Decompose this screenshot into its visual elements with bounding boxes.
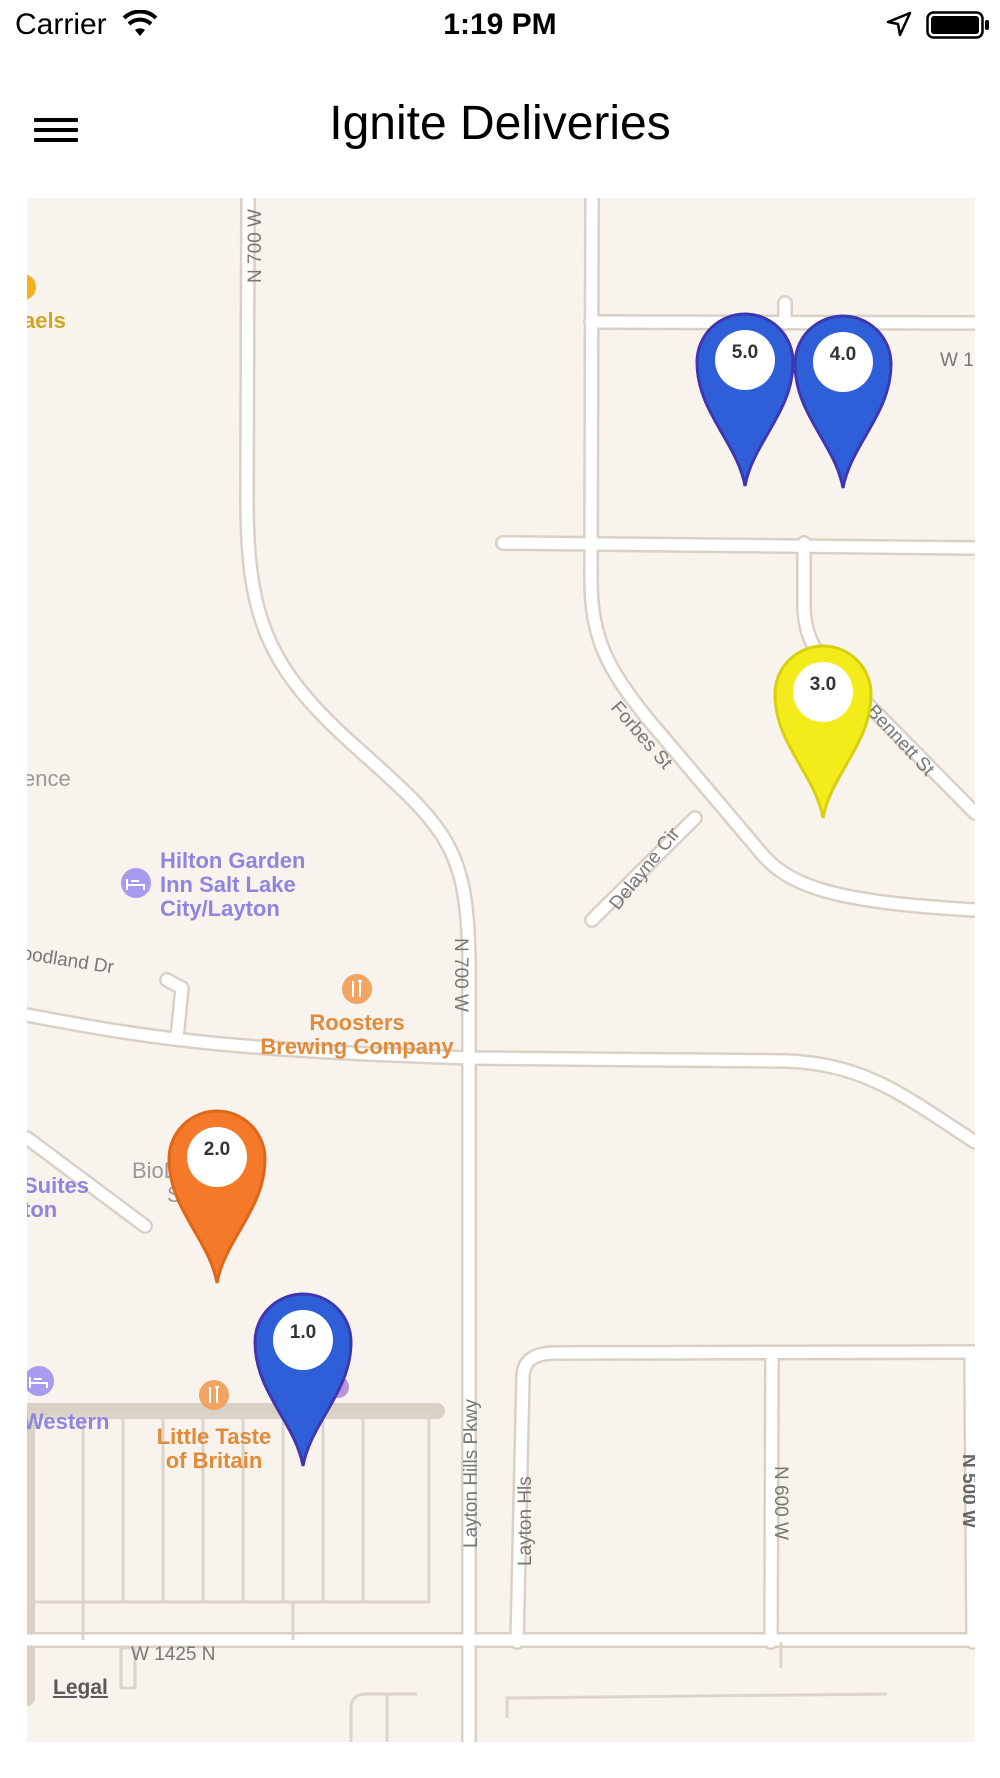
poi-label-roosters-l2: Brewing Company (260, 1034, 454, 1059)
shopping-poi-icon[interactable] (27, 274, 36, 300)
status-time: 1:19 PM (443, 8, 557, 41)
location-arrow-icon (886, 11, 912, 37)
map-pin-icon-blue (253, 1292, 353, 1467)
delivery-marker-4[interactable]: 4.0 (793, 314, 893, 490)
map-pin-icon-blue (695, 312, 795, 487)
poi-label-hilton-l2: Inn Salt Lake (160, 872, 296, 897)
poi-label-suites-l2: ton (27, 1197, 57, 1222)
poi-label-suites-l1: Suites (27, 1173, 89, 1198)
marker-label: 4.0 (829, 344, 857, 365)
map-legal-link[interactable]: Legal (53, 1676, 108, 1700)
poi-label-michaels: aels (27, 308, 66, 333)
map-pin-icon-blue (793, 314, 893, 489)
hotel-poi-icon[interactable] (121, 868, 151, 898)
delivery-marker-1[interactable]: 1.0 (253, 1292, 353, 1468)
street-label-w1425n: W 1425 N (131, 1644, 215, 1665)
street-label-delayne: Delayne Cir (606, 823, 685, 914)
hotel-poi-icon-western[interactable] (27, 1366, 54, 1396)
street-label-n700w-top: N 700 W (245, 209, 266, 283)
poi-label-roosters-l1: Roosters (309, 1010, 404, 1035)
restaurant-poi-icon-roosters[interactable] (342, 974, 372, 1004)
street-label-n600w: N 600 W (770, 1466, 791, 1540)
map-pin-icon-orange (167, 1109, 267, 1284)
delivery-marker-2[interactable]: 2.0 (167, 1109, 267, 1285)
street-label-n700w-mid: N 700 W (450, 938, 471, 1012)
street-label-bennett: Bennett St (862, 701, 938, 781)
marker-label: 5.0 (731, 342, 759, 363)
street-label-layton-hills-pkwy: Layton Hills Pkwy (461, 1399, 482, 1548)
poi-label-ence: ence (27, 766, 71, 791)
street-label-n500w: N 500 W (958, 1454, 975, 1528)
delivery-marker-3[interactable]: 3.0 (773, 644, 873, 820)
status-bar: Carrier 1:19 PM (0, 0, 1000, 50)
marker-label: 3.0 (809, 674, 837, 695)
delivery-marker-5[interactable]: 5.0 (695, 312, 795, 488)
poi-label-hilton-l1: Hilton Garden (160, 848, 305, 873)
poi-label-hilton-l3: City/Layton (160, 896, 280, 921)
street-label-woodland: oodland Dr (27, 943, 116, 978)
street-label-w1: W 1 (940, 350, 974, 371)
navigation-bar: Ignite Deliveries (0, 50, 1000, 196)
poi-label-western: Western (27, 1409, 109, 1434)
marker-label: 1.0 (289, 1322, 317, 1343)
map-view[interactable]: N 700 W W 1 Forbes St Bennett St Delayne… (27, 198, 975, 1742)
map-pin-icon-yellow (773, 644, 873, 819)
marker-label: 2.0 (203, 1139, 231, 1160)
page-title: Ignite Deliveries (329, 97, 671, 150)
poi-label-little-taste-l2: of Britain (166, 1448, 263, 1473)
battery-icon (926, 11, 989, 39)
restaurant-poi-icon-little-taste[interactable] (199, 1380, 229, 1410)
street-label-layton-hls: Layton Hls (515, 1476, 536, 1566)
